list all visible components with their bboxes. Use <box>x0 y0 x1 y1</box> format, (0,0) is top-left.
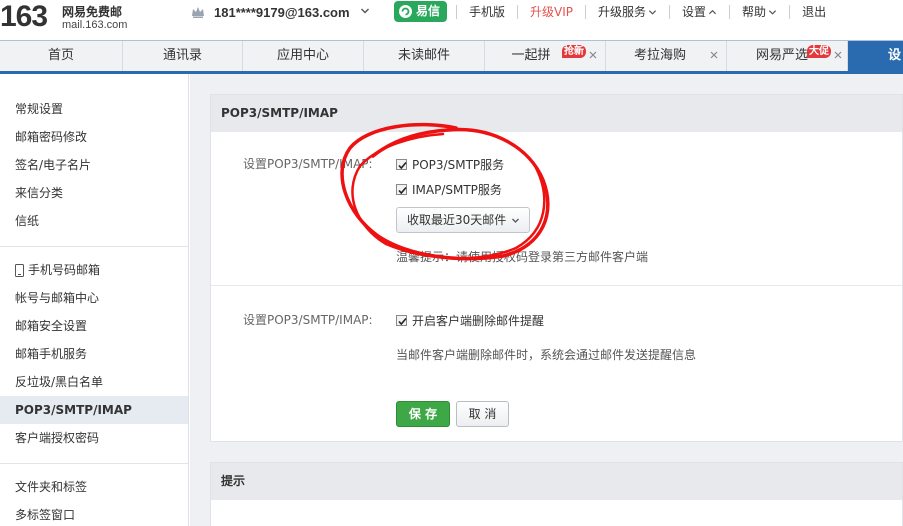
main-content: POP3/SMTP/IMAP 设置POP3/SMTP/IMAP: POP3/SM… <box>190 74 903 526</box>
sidebar-item-signature[interactable]: 签名/电子名片 <box>0 151 188 179</box>
row-label: 设置POP3/SMTP/IMAP: <box>243 157 373 171</box>
sidebar-item-mobile-service[interactable]: 邮箱手机服务 <box>0 340 188 368</box>
close-icon[interactable] <box>588 50 598 60</box>
checkbox-checked-icon[interactable] <box>396 315 407 326</box>
tab-bar: 首页 通讯录 应用中心 未读邮件 一起拼 抢新 考拉海购 网易严选 大促 设 <box>0 40 903 74</box>
delete-notice-checkbox[interactable]: 开启客户端删除邮件提醒 <box>396 312 544 329</box>
upgrade-vip-link[interactable]: 升级VIP <box>517 5 585 19</box>
tab-pinhui[interactable]: 一起拼 抢新 <box>485 41 606 71</box>
sidebar-divider <box>0 463 188 464</box>
checkbox-label: POP3/SMTP服务 <box>412 158 505 172</box>
settings-sidebar: 常规设置 邮箱密码修改 签名/电子名片 来信分类 信纸 手机号码邮箱 帐号与邮箱… <box>0 74 189 526</box>
receive-range-value: 收取最近30天邮件 <box>407 213 507 227</box>
yixin-icon <box>399 5 412 18</box>
checkbox-checked-icon[interactable] <box>396 184 407 195</box>
top-links: 手机版 升级VIP 升级服务 设置 帮助 退出 <box>456 4 838 20</box>
sidebar-divider <box>0 246 188 247</box>
hint-panel: 提示 <box>210 462 903 526</box>
sidebar-item-antispam[interactable]: 反垃圾/黑白名单 <box>0 368 188 396</box>
logout-link[interactable]: 退出 <box>789 5 838 19</box>
receive-range-select[interactable]: 收取最近30天邮件 <box>396 207 530 233</box>
tab-contacts[interactable]: 通讯录 <box>123 41 243 71</box>
sidebar-item-stationery[interactable]: 信纸 <box>0 207 188 235</box>
tab-kaola[interactable]: 考拉海购 <box>606 41 727 71</box>
upgrade-service-label: 升级服务 <box>598 5 647 19</box>
settings-link[interactable]: 设置 <box>669 5 729 19</box>
sidebar-item-general[interactable]: 常规设置 <box>0 95 188 123</box>
delete-notice-tip: 当邮件客户端删除邮件时，系统会通过邮件发送提醒信息 <box>396 348 697 362</box>
checkbox-label: 开启客户端删除邮件提醒 <box>412 314 545 328</box>
sidebar-item-account-center[interactable]: 帐号与邮箱中心 <box>0 284 188 312</box>
tab-kaola-label: 考拉海购 <box>633 48 686 63</box>
yixin-label: 易信 <box>416 4 441 18</box>
row-label: 设置POP3/SMTP/IMAP: <box>243 313 373 327</box>
tab-yanxuan[interactable]: 网易严选 大促 <box>727 41 848 71</box>
row-divider <box>211 285 902 286</box>
chevron-down-icon <box>768 9 777 15</box>
sidebar-item-multi-tab[interactable]: 多标签窗口 <box>0 501 188 526</box>
sidebar-item-folders-labels[interactable]: 文件夹和标签 <box>0 473 188 501</box>
logo-domain[interactable]: mail.163.com <box>62 19 127 31</box>
tab-app-center[interactable]: 应用中心 <box>243 41 364 71</box>
logo-name[interactable]: 网易免费邮 <box>62 3 122 20</box>
pop3-settings-panel: POP3/SMTP/IMAP 设置POP3/SMTP/IMAP: POP3/SM… <box>210 94 903 442</box>
yixin-button[interactable]: 易信 <box>394 1 447 22</box>
sidebar-item-mail-filter[interactable]: 来信分类 <box>0 179 188 207</box>
tab-pinhui-label: 一起拼 <box>511 48 551 63</box>
cancel-button[interactable]: 取 消 <box>456 401 509 427</box>
chevron-down-icon <box>512 218 519 223</box>
help-link[interactable]: 帮助 <box>729 5 789 19</box>
chevron-up-icon <box>708 9 717 14</box>
logo-number[interactable]: 163 <box>0 2 48 32</box>
close-icon[interactable] <box>709 50 719 60</box>
crown-icon <box>192 7 204 18</box>
sidebar-item-phone-mailbox[interactable]: 手机号码邮箱 <box>0 256 188 284</box>
sidebar-item-security[interactable]: 邮箱安全设置 <box>0 312 188 340</box>
top-bar: 163 网易免费邮 mail.163.com 181****9179@163.c… <box>0 0 903 40</box>
promo-badge: 大促 <box>807 45 831 58</box>
sidebar-item-label: 手机号码邮箱 <box>28 263 101 277</box>
phone-icon <box>15 263 24 277</box>
tab-home[interactable]: 首页 <box>0 41 123 71</box>
account-email[interactable]: 181****9179@163.com <box>214 5 350 20</box>
hint-title: 提示 <box>211 463 902 500</box>
section-title: POP3/SMTP/IMAP <box>211 95 902 132</box>
imap-smtp-checkbox[interactable]: IMAP/SMTP服务 <box>396 181 502 198</box>
sidebar-item-client-auth-code[interactable]: 客户端授权密码 <box>0 424 188 452</box>
sidebar-item-pop3-smtp-imap[interactable]: POP3/SMTP/IMAP <box>0 396 188 424</box>
mobile-link[interactable]: 手机版 <box>456 5 517 19</box>
save-button[interactable]: 保 存 <box>396 401 450 427</box>
tab-yanxuan-label: 网易严选 <box>755 48 808 63</box>
sidebar-item-password[interactable]: 邮箱密码修改 <box>0 123 188 151</box>
chevron-down-icon <box>648 9 657 15</box>
close-icon[interactable] <box>833 50 843 60</box>
pop3-smtp-checkbox[interactable]: POP3/SMTP服务 <box>396 156 504 173</box>
checkbox-checked-icon[interactable] <box>396 159 407 170</box>
checkbox-label: IMAP/SMTP服务 <box>412 183 502 197</box>
tab-unread[interactable]: 未读邮件 <box>364 41 485 71</box>
chevron-down-icon[interactable] <box>360 6 370 16</box>
help-label: 帮助 <box>742 5 767 19</box>
settings-label: 设置 <box>682 5 707 19</box>
tab-settings[interactable]: 设 <box>848 41 903 71</box>
upgrade-service-link[interactable]: 升级服务 <box>585 5 669 19</box>
new-badge: 抢新 <box>562 45 586 58</box>
auth-code-tip: 温馨提示：请使用授权码登录第三方邮件客户端 <box>396 250 649 264</box>
